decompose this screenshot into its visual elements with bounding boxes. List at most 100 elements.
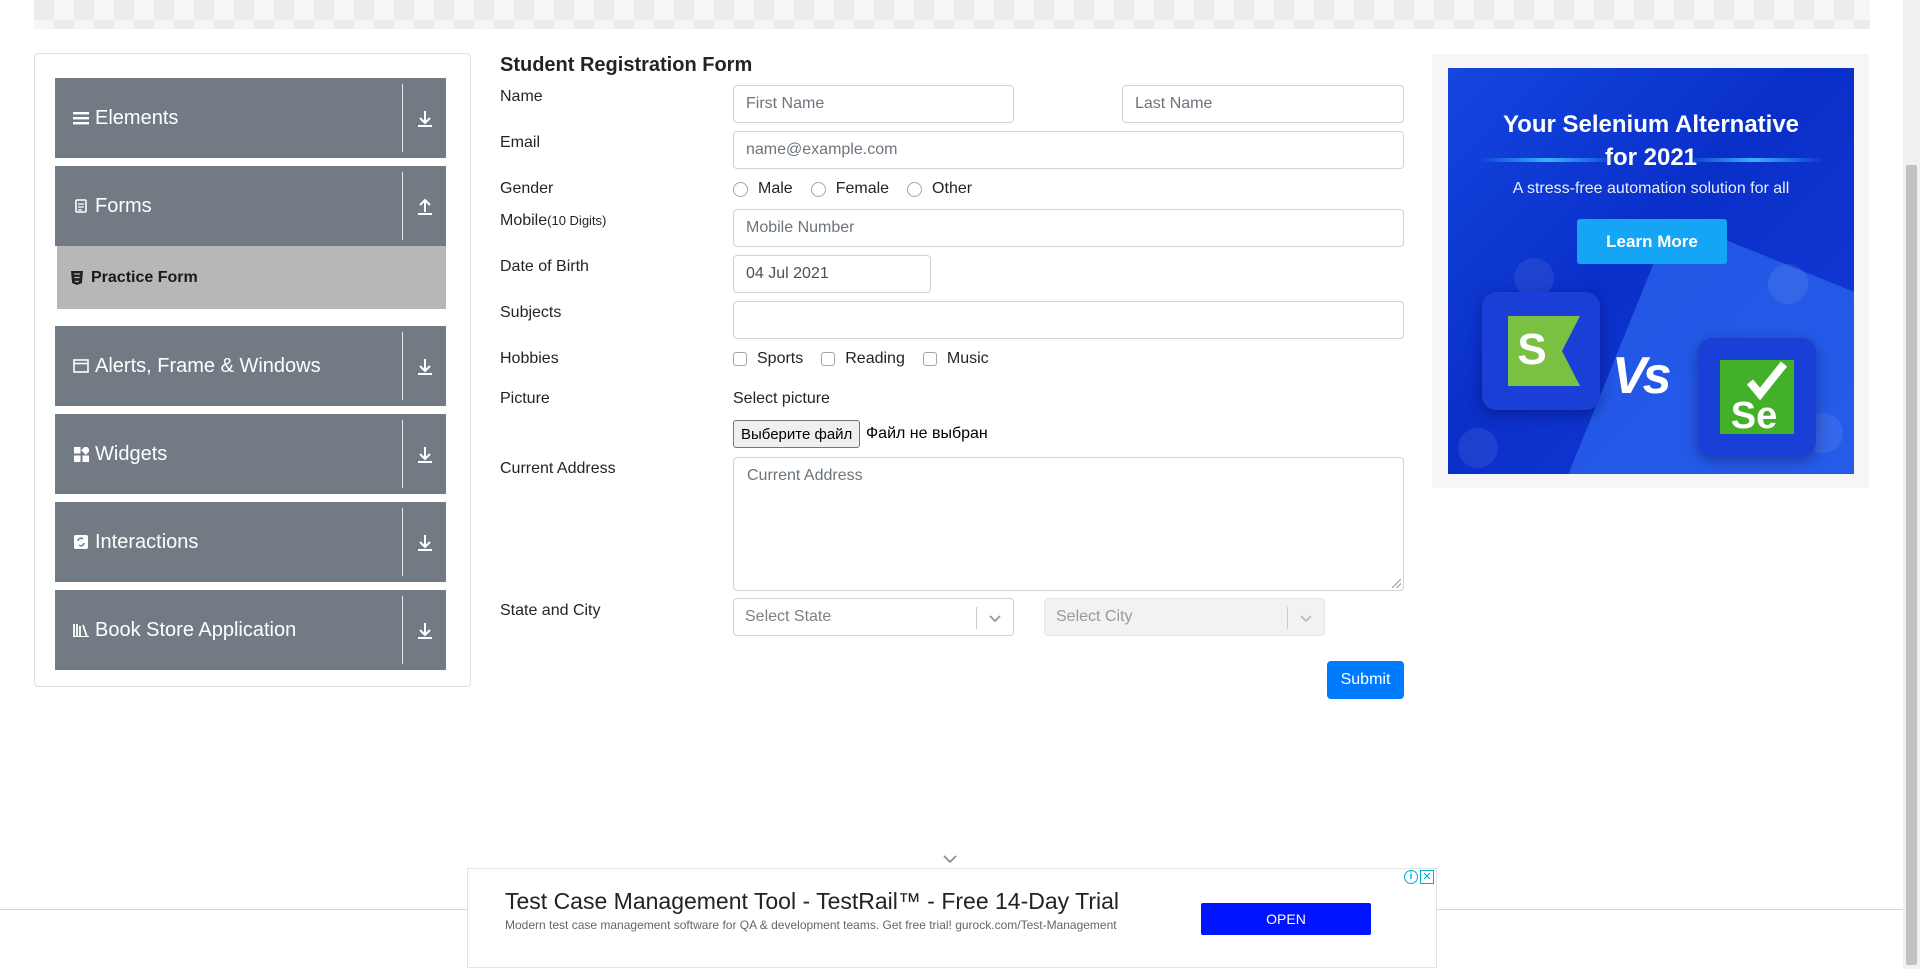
city-select-placeholder: Select City bbox=[1056, 608, 1133, 625]
code-icon bbox=[1768, 264, 1808, 304]
ad-info-icon[interactable]: i bbox=[1404, 870, 1418, 884]
dob-input[interactable]: 04 Jul 2021 bbox=[733, 255, 931, 293]
chevron-down-icon[interactable] bbox=[1298, 610, 1314, 626]
current-address-textarea[interactable]: Current Address bbox=[733, 457, 1404, 591]
email-input[interactable]: name@example.com bbox=[733, 131, 1404, 169]
hobbies-checkbox-group: Sports Reading Music bbox=[733, 350, 1007, 368]
sidebar-group-label: Interactions bbox=[95, 530, 199, 553]
subjects-label: Subjects bbox=[500, 304, 562, 321]
choose-file-button[interactable]: Выберите файл bbox=[733, 420, 861, 448]
bottom-ad-body: Modern test case management software for… bbox=[505, 918, 1117, 932]
scrollbar-thumb[interactable] bbox=[1906, 165, 1917, 965]
ad-subtitle: A stress-free automation solution for al… bbox=[1512, 180, 1790, 197]
state-select[interactable]: Select State bbox=[733, 598, 1014, 636]
gender-radio-group: Male Female Other bbox=[733, 180, 990, 198]
ad-title-line1: Your Selenium Alternative bbox=[1502, 111, 1800, 138]
bottom-ad-headline[interactable]: Test Case Management Tool - TestRail™ - … bbox=[505, 888, 1119, 915]
resize-grip-icon[interactable] bbox=[1392, 579, 1401, 588]
ad-vs-text: Vs bbox=[1612, 347, 1672, 405]
window-icon bbox=[73, 358, 89, 374]
divider bbox=[402, 420, 403, 488]
checkbox[interactable] bbox=[733, 352, 747, 366]
katalon-logo-tile: S bbox=[1482, 292, 1600, 410]
radio-label: Female bbox=[835, 180, 890, 197]
mobile-hint: (10 Digits) bbox=[547, 213, 607, 228]
selenium-logo-tile: Se bbox=[1698, 338, 1816, 456]
download-icon[interactable] bbox=[417, 358, 433, 376]
select-separator bbox=[976, 607, 977, 629]
sidebar-item-label: Practice Form bbox=[91, 268, 198, 286]
gender-radio-female[interactable]: Female bbox=[810, 180, 890, 198]
chevron-down-icon[interactable] bbox=[942, 852, 958, 864]
ad-decor-line bbox=[1478, 158, 1618, 162]
selenium-logo-icon: Se bbox=[1720, 360, 1794, 437]
current-address-label: Current Address bbox=[500, 460, 616, 477]
download-icon[interactable] bbox=[417, 534, 433, 552]
gender-radio-male[interactable]: Male bbox=[733, 180, 793, 198]
document-icon bbox=[73, 198, 89, 214]
sidebar-group-label: Widgets bbox=[95, 442, 168, 465]
form-title: Student Registration Form bbox=[500, 54, 753, 76]
sidebar-group-alerts-frame-windows[interactable]: Alerts, Frame & Windows bbox=[55, 326, 446, 406]
ad-close-icon[interactable]: ✕ bbox=[1420, 870, 1434, 884]
name-label: Name bbox=[500, 88, 543, 105]
sidebar-group-label: Book Store Application bbox=[95, 618, 297, 641]
sidebar-group-widgets[interactable]: Widgets bbox=[55, 414, 446, 494]
ad-title: Your Selenium Alternative for 2021 bbox=[1448, 108, 1854, 174]
first-name-input[interactable]: First Name bbox=[733, 85, 1014, 123]
mobile-label: Mobile(10 Digits) bbox=[500, 212, 606, 230]
bottom-ad-banner[interactable]: i ✕ Test Case Management Tool - TestRail… bbox=[467, 868, 1437, 968]
subjects-input[interactable] bbox=[733, 301, 1404, 339]
checkbox[interactable] bbox=[922, 352, 937, 366]
select-picture-label: Select picture bbox=[733, 390, 830, 407]
ad-controls: i ✕ bbox=[1404, 870, 1434, 884]
chevron-down-icon[interactable] bbox=[987, 610, 1003, 626]
widgets-grid-icon bbox=[73, 446, 89, 462]
sidebar-group-label: Elements bbox=[95, 106, 179, 129]
mobile-label-text: Mobile bbox=[500, 212, 548, 229]
divider bbox=[402, 508, 403, 576]
top-banner bbox=[34, 0, 1870, 29]
sidebar-group-interactions[interactable]: Interactions bbox=[55, 502, 446, 582]
right-ad-banner[interactable]: Your Selenium Alternative for 2021 A str… bbox=[1448, 68, 1854, 474]
interactions-icon bbox=[73, 534, 89, 550]
radio-circle[interactable] bbox=[733, 181, 748, 197]
email-label: Email bbox=[500, 134, 541, 151]
sidebar-group-label: Forms bbox=[95, 194, 152, 217]
hamburger-icon bbox=[73, 110, 89, 126]
mobile-input[interactable]: Mobile Number bbox=[733, 209, 1404, 247]
html5-icon bbox=[71, 270, 83, 285]
hobbies-label: Hobbies bbox=[500, 350, 559, 367]
state-select-placeholder: Select State bbox=[745, 608, 832, 625]
city-select[interactable]: Select City bbox=[1044, 598, 1325, 636]
state-city-label: State and City bbox=[500, 602, 601, 619]
checkbox[interactable] bbox=[821, 352, 836, 366]
last-name-input[interactable]: Last Name bbox=[1122, 85, 1404, 123]
select-separator bbox=[1287, 607, 1288, 629]
textarea-placeholder: Current Address bbox=[747, 467, 863, 484]
radio-circle[interactable] bbox=[907, 181, 923, 197]
picture-label: Picture bbox=[500, 390, 550, 407]
divider bbox=[402, 332, 403, 400]
ad-open-button[interactable]: OPEN bbox=[1201, 903, 1371, 935]
hobby-checkbox-sports[interactable]: Sports bbox=[733, 350, 803, 368]
download-icon[interactable] bbox=[417, 622, 433, 640]
download-icon[interactable] bbox=[417, 446, 433, 464]
sidebar-group-elements[interactable]: Elements bbox=[55, 78, 446, 158]
learn-more-button[interactable]: Learn More bbox=[1577, 219, 1727, 264]
katalon-logo-letter: S bbox=[1517, 325, 1546, 374]
sidebar-item-practice-form[interactable]: Practice Form bbox=[57, 246, 446, 309]
divider bbox=[402, 596, 403, 664]
upload-icon[interactable] bbox=[417, 198, 433, 216]
sidebar-group-book-store[interactable]: Book Store Application bbox=[55, 590, 446, 670]
hobby-checkbox-reading[interactable]: Reading bbox=[821, 350, 905, 368]
checkbox-label: Reading bbox=[845, 350, 905, 367]
gender-radio-other[interactable]: Other bbox=[907, 180, 972, 198]
image-icon bbox=[1458, 428, 1498, 468]
hobby-checkbox-music[interactable]: Music bbox=[922, 350, 989, 368]
sidebar-group-forms[interactable]: Forms bbox=[55, 166, 446, 246]
radio-label: Male bbox=[758, 180, 793, 197]
submit-button[interactable]: Submit bbox=[1327, 661, 1404, 699]
download-icon[interactable] bbox=[417, 110, 433, 128]
radio-circle[interactable] bbox=[810, 181, 826, 197]
